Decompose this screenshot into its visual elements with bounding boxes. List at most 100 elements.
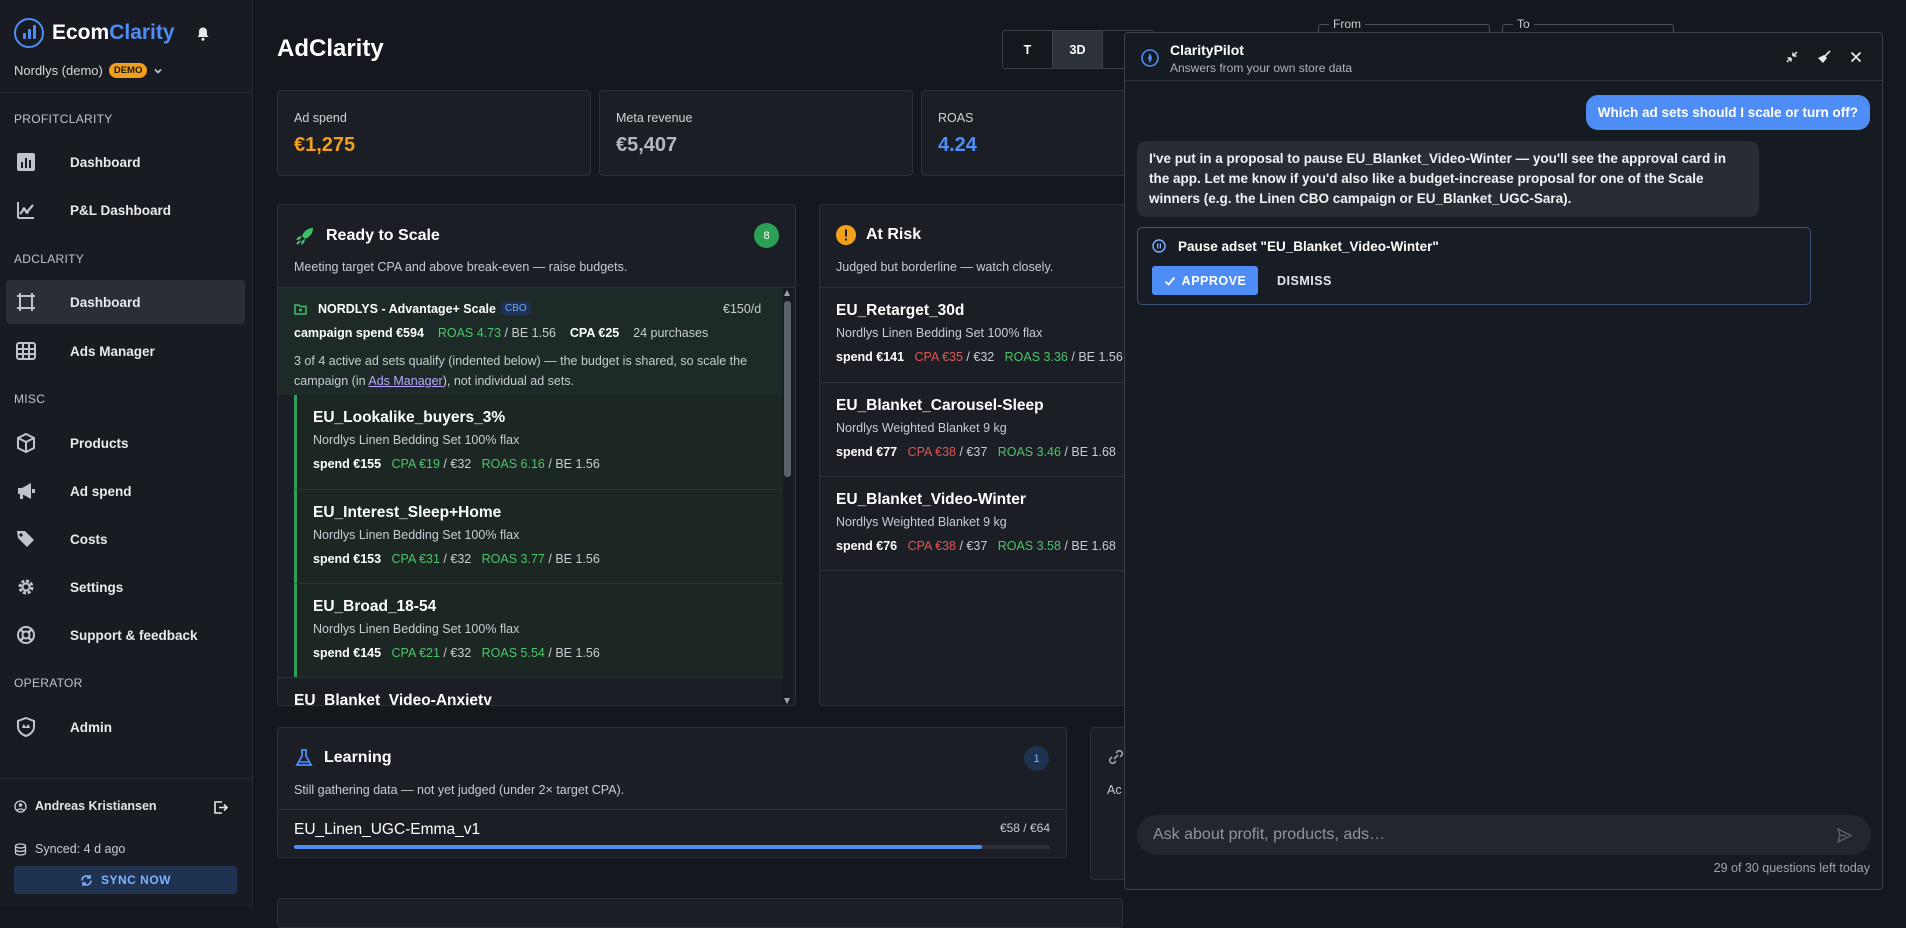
pilot-subtitle: Answers from your own store data <box>1170 61 1353 75</box>
sync-now-button[interactable]: SYNC NOW <box>14 866 237 894</box>
card-subtitle: Still gathering data — not yet judged (u… <box>294 783 625 797</box>
sidebar-item-profit-dashboard[interactable]: Dashboard <box>6 140 245 184</box>
sidebar-item-label: Support & feedback <box>70 627 198 643</box>
cbo-badge: CBO <box>500 302 532 315</box>
sidebar-item-admin[interactable]: Admin <box>6 705 245 749</box>
close-icon[interactable] <box>1849 50 1863 64</box>
kpi-value: 4.24 <box>938 134 977 156</box>
dismiss-button[interactable]: DISMISS <box>1277 274 1332 288</box>
learning-card: Learning 1 Still gathering data — not ye… <box>277 727 1067 858</box>
logout-icon[interactable] <box>213 800 228 815</box>
assistant-message: I've put in a proposal to pause EU_Blank… <box>1137 141 1759 217</box>
grid-icon <box>16 342 36 360</box>
card-subtitle: Meeting target CPA and above break-even … <box>294 260 628 274</box>
kpi-value: €5,407 <box>616 134 678 156</box>
scale-list: NORDLYS - Advantage+ Scale CBO €150/d ca… <box>278 288 783 705</box>
user-message: Which ad sets should I scale or turn off… <box>1585 95 1870 130</box>
section-misc: MISC <box>14 392 46 406</box>
pilot-header: ClarityPilot Answers from your own store… <box>1125 33 1882 81</box>
learning-row-title[interactable]: EU_Linen_UGC-Emma_v1 <box>294 821 480 839</box>
box-icon <box>17 433 35 453</box>
ready-to-scale-card: Ready to Scale 8 Meeting target CPA and … <box>277 204 796 706</box>
sidebar-item-support[interactable]: Support & feedback <box>6 613 245 657</box>
broom-icon[interactable] <box>1817 50 1831 64</box>
card-title: Ready to Scale <box>294 225 440 247</box>
claritypilot-panel: ClarityPilot Answers from your own store… <box>1124 32 1883 890</box>
bell-icon[interactable] <box>195 26 211 42</box>
store-selector[interactable]: Nordlys (demo) DEMO <box>14 63 163 78</box>
demo-badge: DEMO <box>108 63 148 78</box>
rocket-icon <box>296 228 313 245</box>
sidebar-item-products[interactable]: Products <box>6 421 245 465</box>
sidebar-item-label: Admin <box>70 719 112 735</box>
kpi-meta-revenue: Meta revenue €5,407 <box>599 90 913 176</box>
learning-progress-track <box>294 845 1050 849</box>
risk-row[interactable]: EU_Blanket_Carousel-Sleep Nordlys Weight… <box>820 383 1128 477</box>
learning-progress-fill <box>294 845 982 849</box>
sync-icon <box>81 874 92 886</box>
megaphone-icon <box>18 483 35 499</box>
risk-row[interactable]: EU_Retarget_30d Nordlys Linen Bedding Se… <box>820 288 1128 382</box>
range-option-selected[interactable]: 3D <box>1053 31 1103 68</box>
send-icon[interactable] <box>1837 828 1852 843</box>
section-profitclarity: PROFITCLARITY <box>14 112 113 126</box>
sidebar-item-label: P&L Dashboard <box>70 202 172 218</box>
card-title: At Risk <box>836 225 921 245</box>
range-option[interactable]: T <box>1003 31 1053 68</box>
at-risk-card: At Risk Judged but borderline — watch cl… <box>819 204 1129 706</box>
scroll-up-icon[interactable] <box>784 290 790 296</box>
page-title: AdClarity <box>277 35 384 62</box>
sidebar-item-ads-manager[interactable]: Ads Manager <box>6 329 245 373</box>
section-adclarity: ADCLARITY <box>14 252 85 266</box>
ask-input[interactable] <box>1153 815 1813 855</box>
trend-icon <box>17 202 34 219</box>
card-title: Learning <box>294 748 392 768</box>
ads-manager-link[interactable]: Ads Manager <box>368 374 442 388</box>
sidebar-item-label: Dashboard <box>70 154 141 170</box>
warning-icon <box>836 225 856 245</box>
kpi-value: €1,275 <box>294 134 356 156</box>
sidebar-item-pl-dashboard[interactable]: P&L Dashboard <box>6 188 245 232</box>
count-badge: 8 <box>754 223 779 248</box>
campaign-row[interactable]: NORDLYS - Advantage+ Scale CBO €150/d ca… <box>278 288 783 395</box>
chevron-down-icon <box>154 68 162 74</box>
ask-box <box>1137 815 1871 855</box>
brand[interactable]: EcomClarity <box>14 18 175 48</box>
lifebuoy-icon <box>17 626 35 644</box>
sidebar-item-label: Costs <box>70 531 108 547</box>
sidebar-item-ad-spend[interactable]: Ad spend <box>6 469 245 513</box>
user-profile: Andreas Kristiansen <box>14 799 157 813</box>
collapse-icon[interactable] <box>1785 50 1799 64</box>
compass-icon <box>1141 49 1159 67</box>
approval-card: Pause adset "EU_Blanket_Video-Winter" AP… <box>1137 227 1811 305</box>
campaign-budget: €150/d <box>723 302 762 316</box>
link-off-icon <box>1108 749 1124 765</box>
synced-text: Synced: 4 d ago <box>35 842 126 856</box>
sidebar-item-settings[interactable]: Settings <box>6 565 245 609</box>
campaign-metrics: campaign spend €594 ROAS 4.73 / BE 1.56 … <box>294 326 709 340</box>
sync-status: Synced: 4 d ago <box>14 842 125 856</box>
gear-icon <box>18 579 34 595</box>
section-operator: OPERATOR <box>14 676 83 690</box>
sidebar-item-label: Ads Manager <box>70 343 155 359</box>
flask-icon <box>295 749 313 766</box>
pilot-title: ClarityPilot <box>1170 42 1244 58</box>
question-quota: 29 of 30 questions left today <box>1713 861 1870 875</box>
sidebar-item-ad-dashboard[interactable]: Dashboard <box>6 280 245 324</box>
scroll-down-icon[interactable] <box>784 698 790 704</box>
tags-icon <box>17 531 34 547</box>
adset-row[interactable]: EU_Broad_18-54 Nordlys Linen Bedding Set… <box>294 583 783 677</box>
frame-icon <box>17 293 35 311</box>
approve-button[interactable]: APPROVE <box>1152 266 1258 295</box>
risk-row[interactable]: EU_Blanket_Video-Winter Nordlys Weighted… <box>820 477 1128 571</box>
adset-row-title[interactable]: EU_Blanket_Video-Anxiety <box>294 692 492 705</box>
proposal-title: Pause adset "EU_Blanket_Video-Winter" <box>1178 239 1439 254</box>
adset-row[interactable]: EU_Lookalike_buyers_3% Nordlys Linen Bed… <box>294 395 783 489</box>
check-icon <box>1164 276 1175 286</box>
sidebar-item-label: Ad spend <box>70 483 132 499</box>
store-name: Nordlys (demo) <box>14 63 103 78</box>
sidebar-item-costs[interactable]: Costs <box>6 517 245 561</box>
scrollbar[interactable] <box>783 288 792 705</box>
folder-icon <box>294 304 307 315</box>
adset-row[interactable]: EU_Interest_Sleep+Home Nordlys Linen Bed… <box>294 489 783 583</box>
